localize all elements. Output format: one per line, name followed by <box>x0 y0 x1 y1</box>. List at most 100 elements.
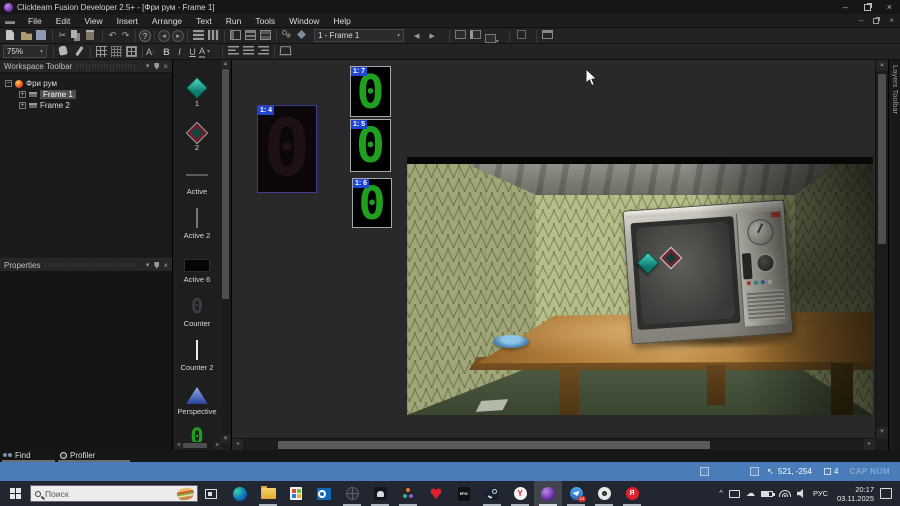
copy-icon[interactable] <box>71 30 82 41</box>
object-item-perspective[interactable]: Perspective <box>173 372 221 416</box>
start-button[interactable] <box>0 481 30 506</box>
object-item-active[interactable]: Active <box>173 152 221 196</box>
chevron-down-icon[interactable]: ▾ <box>146 261 150 269</box>
clock[interactable]: 20:17 03.11.2025 <box>837 485 874 503</box>
close-button[interactable]: × <box>887 2 892 12</box>
sprite-counter-green-3[interactable]: 1: 6 0 <box>352 177 392 230</box>
open-icon[interactable] <box>21 30 32 41</box>
child-close-button[interactable]: × <box>889 16 894 25</box>
taskbar-app-steam[interactable] <box>478 481 506 506</box>
new-icon[interactable] <box>6 30 17 41</box>
taskbar-app-epic[interactable]: EPIC <box>450 481 478 506</box>
frame-selector[interactable]: 1 - Frame 1 ▾ <box>314 29 404 42</box>
redo-icon[interactable]: ↷ <box>119 30 132 41</box>
event-list-editor-icon[interactable] <box>245 30 256 41</box>
pin-icon[interactable] <box>154 261 160 269</box>
object-item-active-2[interactable]: Active 2 <box>173 196 221 240</box>
save-icon[interactable] <box>36 30 47 41</box>
link-icon[interactable] <box>282 30 293 41</box>
taskbar-app-settings[interactable] <box>590 481 618 506</box>
run-setup-icon[interactable]: ▾ <box>484 30 501 45</box>
storyboard-editor-icon[interactable] <box>193 30 204 41</box>
event-editor-icon[interactable] <box>230 30 241 41</box>
fit-window-icon[interactable] <box>279 46 292 57</box>
scroll-down-icon[interactable]: ▼ <box>876 427 888 438</box>
taskbar-app-explorer[interactable] <box>254 481 282 506</box>
close-icon[interactable]: × <box>163 261 168 270</box>
menu-arrange[interactable]: Arrange <box>145 16 189 26</box>
menu-edit[interactable]: Edit <box>49 16 78 26</box>
menu-text[interactable]: Text <box>189 16 219 26</box>
chevron-down-icon[interactable]: ▾ <box>146 62 150 70</box>
sprite-counter-green-1[interactable]: 1: 7 0 <box>350 65 391 119</box>
taskbar-app-red[interactable]: Я <box>618 481 646 506</box>
menu-view[interactable]: View <box>77 16 109 26</box>
task-view-button[interactable] <box>198 488 224 499</box>
taskbar-app-globe[interactable] <box>338 481 366 506</box>
stop-icon[interactable] <box>516 30 528 41</box>
data-elements-icon[interactable] <box>260 30 271 41</box>
menu-insert[interactable]: Insert <box>110 16 145 26</box>
tree-item-application[interactable]: − Фри рум <box>5 78 172 89</box>
paste-icon[interactable] <box>86 30 97 41</box>
grid-snap-icon[interactable] <box>111 46 122 57</box>
help-icon[interactable]: ? <box>139 29 151 42</box>
bold-icon[interactable]: B <box>160 47 173 57</box>
search-input[interactable] <box>45 488 155 499</box>
taskbar-app-messenger[interactable]: 14 <box>562 481 590 506</box>
wifi-icon[interactable] <box>778 490 791 497</box>
frame-editor-canvas[interactable]: 1: 4 0 1: 7 0 1: 5 0 1: 6 0 <box>232 60 875 438</box>
menu-window[interactable]: Window <box>282 16 326 26</box>
canvas-vscrollbar[interactable]: ▲ ▼ <box>875 60 888 438</box>
taskbar-app-store[interactable] <box>282 481 310 506</box>
speaker-icon[interactable] <box>796 489 803 498</box>
child-minimize-button[interactable]: – <box>859 16 863 25</box>
object-item-active-6[interactable]: Active 6 <box>173 240 221 284</box>
object-item-counter-2[interactable]: Counter 2 <box>173 328 221 372</box>
anchor-icon[interactable] <box>297 30 308 41</box>
run-application-icon[interactable] <box>454 30 466 41</box>
object-library-vscrollbar[interactable]: ▲ ▼ <box>221 60 230 443</box>
pin-icon[interactable] <box>154 62 160 70</box>
expand-icon[interactable]: + <box>19 91 26 98</box>
tree-item-frame-2[interactable]: + Frame 2 <box>5 100 172 111</box>
battery-icon[interactable] <box>760 490 775 497</box>
taskbar-app-outlook[interactable] <box>310 481 338 506</box>
object-item-1[interactable]: 1 <box>173 64 221 108</box>
layers-toolbar-tab[interactable]: Layers Toolbar <box>888 60 900 450</box>
hscroll-thumb[interactable] <box>278 441 710 449</box>
fullscreen-edit-icon[interactable] <box>541 30 553 41</box>
menu-tools[interactable]: Tools <box>248 16 282 26</box>
object-item-2[interactable]: 2 <box>173 108 221 152</box>
font-icon[interactable]: A ↓ <box>146 47 160 57</box>
zoom-selector[interactable]: 75% ▾ <box>3 45 47 58</box>
tab-profiler[interactable]: Profiler <box>60 450 95 460</box>
grid-show-icon[interactable] <box>96 46 107 57</box>
menu-help[interactable]: Help <box>326 16 357 26</box>
align-left-icon[interactable] <box>228 46 239 57</box>
action-center-icon[interactable] <box>880 488 892 499</box>
forward-icon[interactable]: ▸ <box>172 29 184 42</box>
child-restore-button[interactable] <box>873 17 880 24</box>
underline-icon[interactable]: U <box>186 47 199 57</box>
object-library-hscrollbar[interactable]: ◂ ▸ <box>175 442 221 449</box>
onedrive-cloud-icon[interactable]: ☁ <box>746 488 755 499</box>
canvas-hscrollbar[interactable]: ◂ ▸ <box>232 438 875 450</box>
edit-tool-icon[interactable] <box>74 46 85 57</box>
language-indicator[interactable]: РУС <box>813 489 828 498</box>
frame-editor-icon[interactable] <box>208 30 219 41</box>
scroll-left-icon[interactable]: ◂ <box>232 439 243 450</box>
taskbar-search-box[interactable] <box>30 485 198 502</box>
taskbar-app-yandex-browser[interactable]: Y <box>506 481 534 506</box>
taskbar-app-fusion-active[interactable] <box>534 481 562 506</box>
taskbar-app-skull[interactable] <box>366 481 394 506</box>
restore-button[interactable] <box>863 3 871 11</box>
hand-tool-icon[interactable] <box>58 45 70 57</box>
cut-icon[interactable]: ✂ <box>56 30 69 41</box>
grid-setup-icon[interactable] <box>126 46 137 57</box>
back-icon[interactable]: ◂ <box>158 29 170 42</box>
device-icon[interactable] <box>728 489 740 498</box>
tab-find[interactable]: Find <box>3 450 31 460</box>
prev-frame-icon[interactable]: ◀ <box>414 32 419 40</box>
menu-file[interactable]: File <box>21 16 49 26</box>
